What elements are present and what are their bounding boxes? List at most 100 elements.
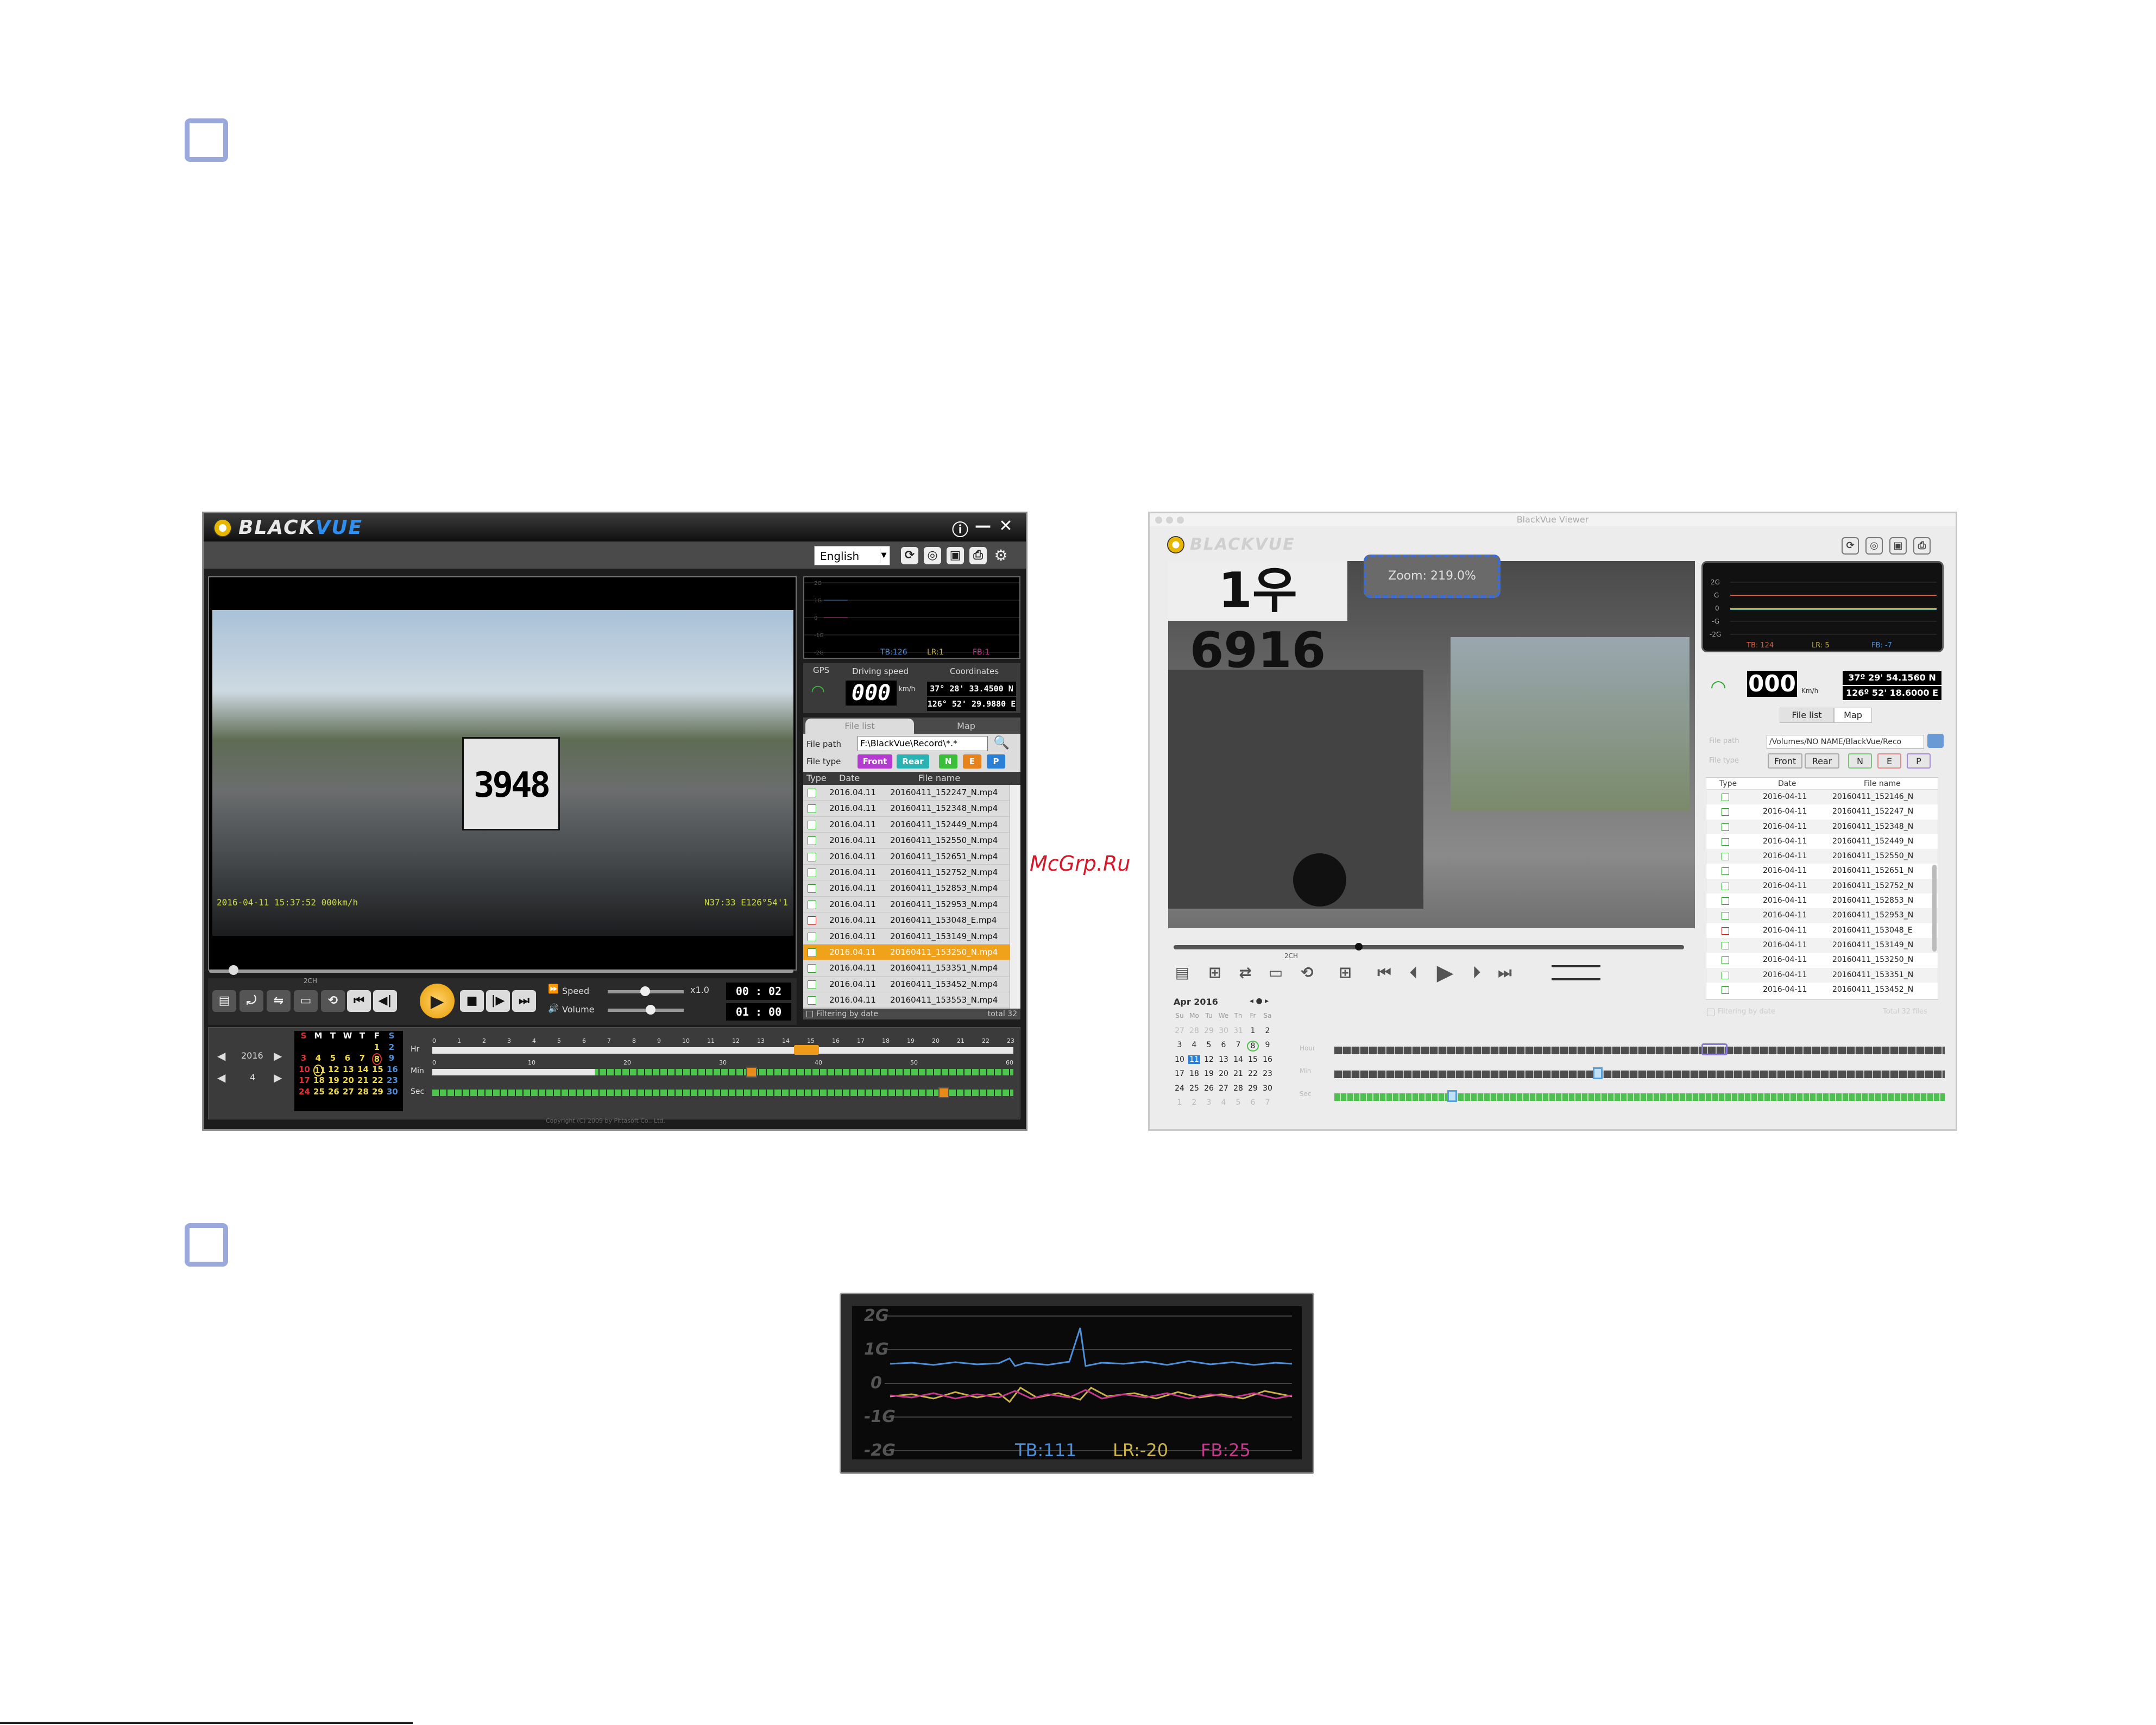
camera-icon[interactable]: ▣ <box>947 547 964 564</box>
calendar-day[interactable]: 8 <box>1247 1041 1259 1052</box>
calendar-day[interactable]: 15 <box>372 1065 383 1074</box>
pip-icon[interactable]: ⟲ <box>321 990 345 1012</box>
calendar-nav-icon[interactable]: ◂ ● ▸ <box>1250 997 1269 1005</box>
calendar-day[interactable]: 4 <box>1218 1098 1230 1107</box>
calendar-day[interactable]: 13 <box>343 1065 354 1074</box>
calendar-day[interactable]: 27 <box>343 1087 354 1097</box>
calendar-day[interactable]: 13 <box>1218 1055 1230 1064</box>
calendar-day[interactable]: 21 <box>1232 1069 1244 1078</box>
calendar-day[interactable]: 23 <box>1262 1069 1274 1078</box>
file-row[interactable]: 2016-04-11 20160411_153452_N <box>1706 983 1938 997</box>
calendar-day[interactable]: 30 <box>387 1087 398 1097</box>
filter-normal-button[interactable]: N <box>939 754 957 769</box>
filter-front-button[interactable]: Front <box>1768 753 1802 769</box>
file-path-input[interactable]: F:\BlackVue\Record\*.* <box>858 736 988 751</box>
volume-slider[interactable] <box>1552 978 1600 980</box>
file-list-scrollbar[interactable] <box>1010 785 1020 1009</box>
calendar-day[interactable]: 28 <box>357 1087 369 1097</box>
record-icon[interactable]: ⊞ <box>1204 962 1226 984</box>
prev-month-icon[interactable]: ◀ <box>217 1071 225 1084</box>
volume-handle[interactable] <box>646 1005 655 1015</box>
file-row[interactable]: 2016.04.11 20160411_152752_N.mp4 <box>803 865 1010 881</box>
pip-icon[interactable]: ▭ <box>1265 962 1287 984</box>
calendar-day[interactable]: 3 <box>1203 1098 1215 1107</box>
play-icon[interactable]: ▶ <box>420 984 455 1018</box>
minute-marker[interactable] <box>1593 1067 1603 1079</box>
gear-icon[interactable]: ⚙ <box>992 547 1010 564</box>
calendar-day[interactable]: 6 <box>1247 1098 1259 1107</box>
snapshot-icon[interactable]: ▤ <box>212 990 236 1012</box>
speed-handle[interactable] <box>640 986 650 996</box>
filter-event-button[interactable]: E <box>963 754 981 769</box>
calendar-day[interactable]: 27 <box>1174 1027 1186 1035</box>
calendar-day[interactable]: 20 <box>343 1075 354 1085</box>
minimize-button[interactable]: — <box>974 517 992 537</box>
search-icon[interactable]: 🔍 <box>993 735 1010 750</box>
hour-marker[interactable] <box>794 1045 819 1055</box>
calendar-day[interactable]: 19 <box>328 1075 339 1085</box>
rotate-icon[interactable]: ⤾ <box>239 990 263 1012</box>
step-forward-icon[interactable]: |▶ <box>486 990 510 1012</box>
calendar-day[interactable]: 1 <box>1174 1098 1186 1107</box>
skip-back-icon[interactable]: ⏮ <box>1373 962 1395 984</box>
filter-rear-button[interactable]: Rear <box>1805 753 1839 769</box>
calendar-day[interactable]: 4 <box>1188 1041 1200 1049</box>
file-row[interactable]: 2016.04.11 20160411_153250_N.mp4 <box>803 944 1010 961</box>
tab-map[interactable]: Map <box>1834 708 1872 723</box>
step-back-icon[interactable]: ⏴ <box>1403 962 1424 984</box>
file-row[interactable]: 2016-04-11 20160411_152247_N <box>1706 804 1938 819</box>
filter-by-date-checkbox[interactable] <box>806 1011 813 1017</box>
next-year-icon[interactable]: ▶ <box>274 1049 282 1062</box>
calendar-day[interactable]: 17 <box>299 1075 310 1085</box>
tab-map[interactable]: Map <box>914 719 1018 734</box>
seek-handle[interactable] <box>229 965 238 975</box>
calendar-day[interactable]: 28 <box>1232 1084 1244 1093</box>
file-row[interactable]: 2016-04-11 20160411_152853_N <box>1706 893 1938 908</box>
file-path-input[interactable]: /Volumes/NO NAME/BlackVue/Reco <box>1767 735 1924 749</box>
seek-handle[interactable] <box>1355 943 1363 950</box>
seek-bar[interactable] <box>1174 943 1684 950</box>
seek-bar[interactable] <box>209 965 793 975</box>
hour-bar[interactable] <box>1334 1047 1945 1054</box>
calendar-day[interactable]: 12 <box>1203 1055 1215 1064</box>
calendar-day[interactable]: 20 <box>1218 1069 1230 1078</box>
calendar-day[interactable]: 31 <box>1232 1027 1244 1035</box>
map-upload-icon[interactable]: ◎ <box>924 547 941 564</box>
print-icon[interactable]: ⎙ <box>969 547 987 564</box>
calendar-day[interactable]: 22 <box>1247 1069 1259 1078</box>
file-row[interactable]: 2016-04-11 20160411_153149_N <box>1706 937 1938 953</box>
file-row[interactable]: 2016-04-11 20160411_152348_N <box>1706 819 1938 834</box>
print-icon[interactable]: ⎙ <box>1913 537 1931 555</box>
folder-icon[interactable] <box>1927 734 1944 748</box>
file-row[interactable]: 2016.04.11 20160411_153452_N.mp4 <box>803 977 1010 993</box>
minute-bar[interactable] <box>1334 1071 1945 1078</box>
filter-front-button[interactable]: Front <box>858 754 892 769</box>
file-row[interactable]: 2016.04.11 20160411_152651_N.mp4 <box>803 849 1010 865</box>
calendar-day[interactable]: 23 <box>387 1075 398 1085</box>
close-button[interactable] <box>1155 517 1162 524</box>
file-row[interactable]: 2016.04.11 20160411_152247_N.mp4 <box>803 785 1010 801</box>
calendar-day[interactable]: 6 <box>1218 1041 1230 1049</box>
language-select[interactable]: English ▼ <box>814 546 890 565</box>
second-bar[interactable] <box>1334 1093 1945 1101</box>
minute-bar[interactable] <box>432 1069 1013 1075</box>
file-row[interactable]: 2016-04-11 20160411_152953_N <box>1706 908 1938 923</box>
next-month-icon[interactable]: ▶ <box>274 1071 282 1084</box>
calendar-day[interactable]: 7 <box>357 1053 367 1063</box>
calendar-day[interactable]: 29 <box>372 1087 383 1097</box>
calendar-day[interactable]: 6 <box>343 1053 352 1063</box>
calendar-day[interactable]: 8 <box>372 1053 382 1065</box>
calendar-day[interactable]: 29 <box>1203 1027 1215 1035</box>
calendar-day[interactable]: 10 <box>1174 1055 1186 1064</box>
calendar-day[interactable]: 14 <box>357 1065 369 1074</box>
calendar[interactable]: S M T W T F S 1 2 3 4 5 6 7 8 9 10 11 12 13 14 15 16 17 18 19 20 21… <box>294 1031 403 1111</box>
step-back-icon[interactable]: ◀| <box>373 990 397 1012</box>
calendar-day[interactable]: 5 <box>1232 1098 1244 1107</box>
prev-year-icon[interactable]: ◀ <box>217 1049 225 1062</box>
second-marker[interactable] <box>1447 1090 1457 1102</box>
calendar-day[interactable]: 4 <box>313 1053 323 1063</box>
calendar-day[interactable]: 1 <box>372 1042 382 1052</box>
hour-marker[interactable] <box>1701 1043 1728 1055</box>
calendar-day[interactable]: 11 <box>313 1064 326 1076</box>
hour-bar[interactable] <box>432 1047 1013 1054</box>
